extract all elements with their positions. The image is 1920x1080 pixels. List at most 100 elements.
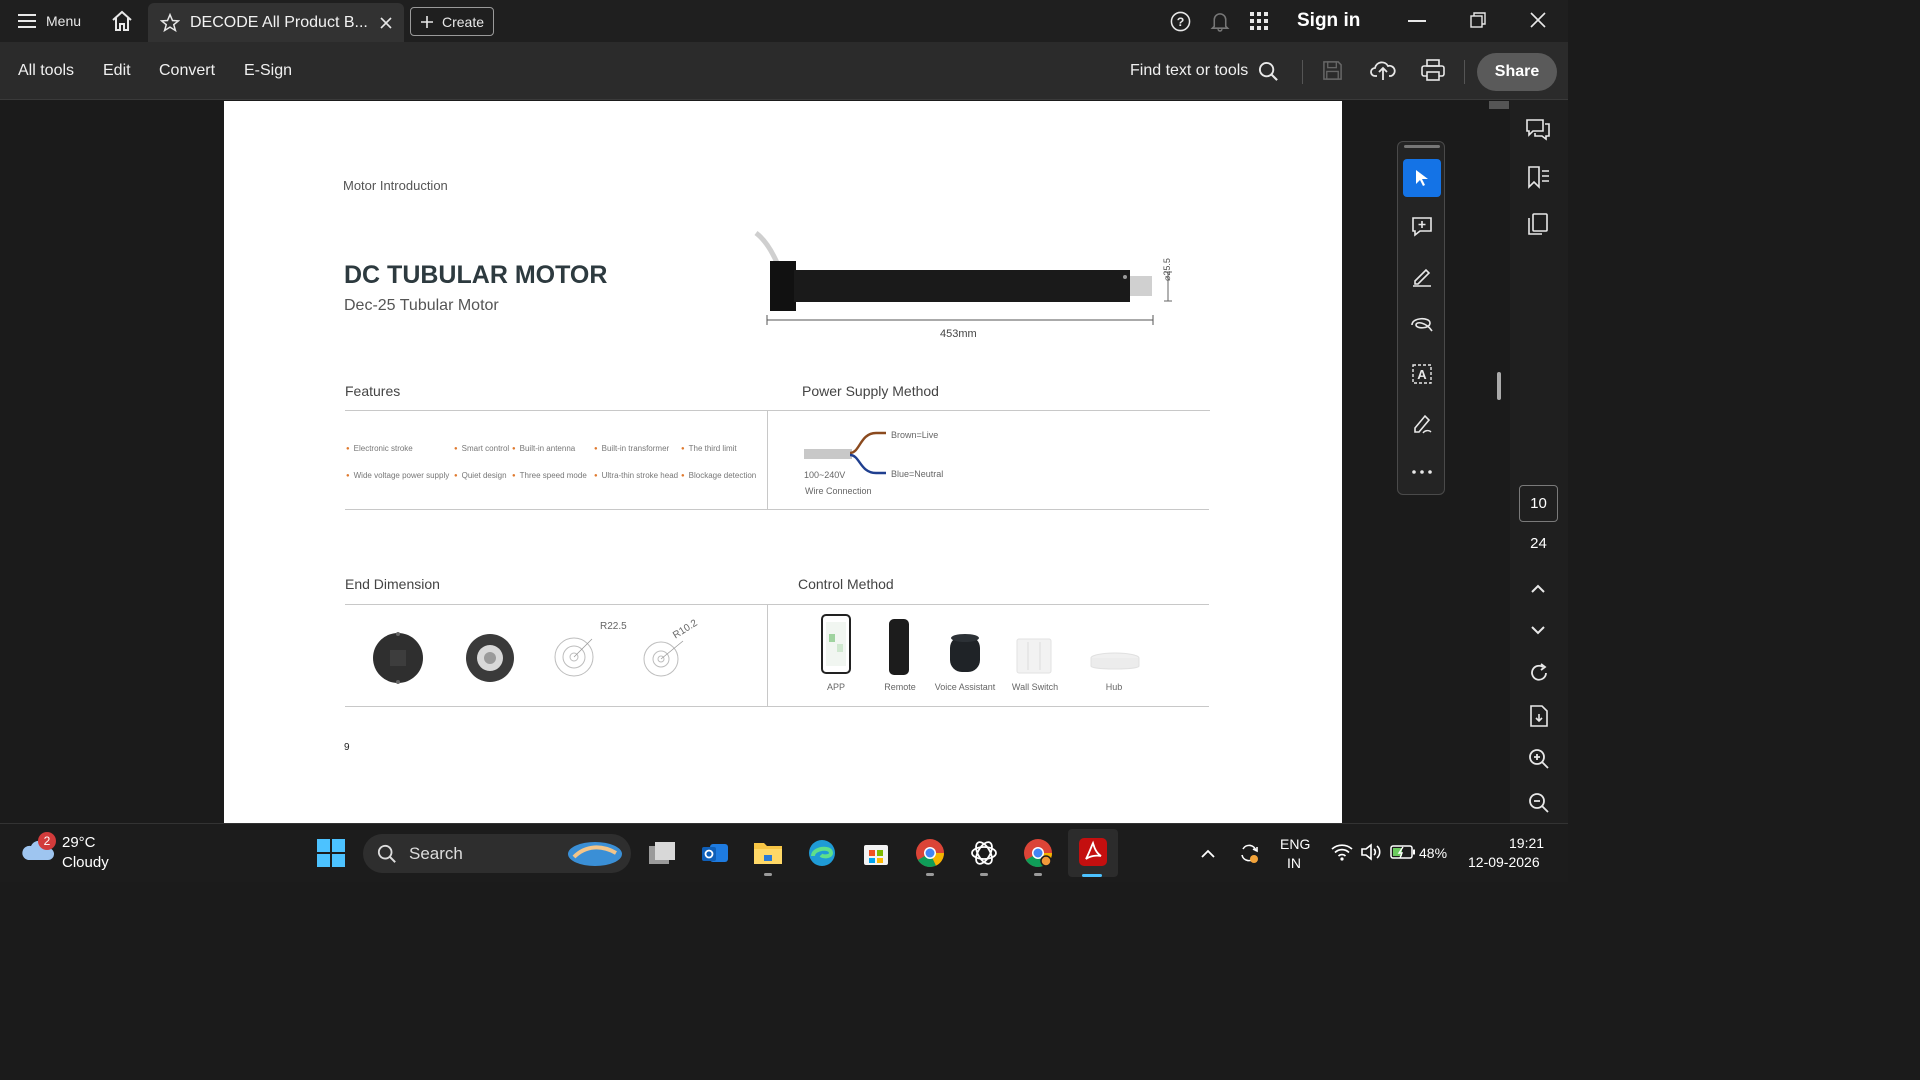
sync-status-button[interactable] [1238, 842, 1260, 869]
vertical-scrollbar[interactable] [1488, 100, 1510, 823]
pages-panel-button[interactable] [1527, 212, 1549, 241]
menu-label: Menu [46, 13, 82, 29]
voice-assistant-image [950, 634, 980, 672]
zoom-out-button[interactable] [1528, 792, 1550, 819]
menu-convert[interactable]: Convert [159, 62, 215, 80]
section-divider [345, 410, 1210, 411]
search-highlight-icon [568, 842, 622, 866]
find-button[interactable] [1258, 61, 1279, 87]
notifications-button[interactable] [1210, 11, 1230, 37]
restore-button[interactable] [1470, 12, 1486, 33]
find-text-tools[interactable]: Find text or tools [1130, 62, 1248, 80]
previous-page-button[interactable] [1530, 581, 1546, 599]
page-options-button[interactable] [1529, 704, 1551, 733]
acrobat-app-active[interactable] [1068, 829, 1118, 877]
upload-cloud-button[interactable] [1370, 58, 1396, 87]
chrome-profile-app[interactable] [1021, 836, 1055, 870]
section-divider [345, 604, 1209, 605]
select-tool-button[interactable] [1403, 159, 1441, 197]
more-dots-icon [1412, 470, 1432, 474]
search-icon [1258, 61, 1278, 81]
zoom-out-icon [1529, 793, 1549, 813]
help-button[interactable]: ? [1170, 11, 1191, 37]
outlook-app[interactable] [698, 836, 732, 870]
draw-tool-button[interactable] [1403, 306, 1441, 344]
file-explorer-app[interactable] [751, 836, 785, 870]
radius-label-2: R10.2 [671, 617, 700, 642]
language-top[interactable]: ENG [1280, 836, 1310, 852]
feature-item: Quiet design [454, 471, 507, 480]
close-tab-icon[interactable] [380, 16, 392, 29]
rotate-button[interactable] [1528, 662, 1550, 689]
brown-live-label: Brown=Live [891, 430, 939, 440]
scrollbar-thumb[interactable] [1497, 372, 1501, 400]
rotate-icon [1531, 663, 1547, 681]
sign-tool-button[interactable] [1403, 404, 1441, 442]
home-button[interactable] [110, 9, 134, 38]
control-label-voice: Voice Assistant [934, 682, 996, 692]
feature-item: Smart control [454, 444, 510, 453]
language-bottom: IN [1287, 855, 1301, 871]
chrome-icon [916, 839, 944, 867]
page-header: Motor Introduction [343, 178, 448, 193]
chatgpt-app[interactable] [967, 836, 1001, 870]
task-view-button[interactable] [645, 836, 679, 870]
help-icon: ? [1170, 11, 1191, 32]
svg-text:?: ? [1177, 15, 1185, 29]
home-icon [112, 10, 132, 31]
feature-item: Three speed mode [512, 471, 587, 480]
start-button[interactable] [314, 836, 348, 870]
blue-neutral-label: Blue=Neutral [891, 469, 944, 479]
clock-time[interactable]: 19:21 [1509, 835, 1544, 851]
battery-button[interactable] [1390, 844, 1416, 865]
wifi-button[interactable] [1331, 843, 1353, 866]
edge-icon [809, 840, 835, 866]
more-tools-button[interactable] [1403, 453, 1441, 491]
sign-in-button[interactable]: Sign in [1297, 10, 1360, 32]
save-button[interactable] [1322, 60, 1343, 86]
minimize-button[interactable] [1408, 20, 1426, 22]
highlight-tool-button[interactable] [1403, 257, 1441, 295]
document-tab[interactable]: DECODE All Product B... [148, 3, 404, 42]
pen-icon [1413, 268, 1431, 287]
current-page-input[interactable]: 10 [1519, 485, 1558, 522]
apps-button[interactable] [1250, 12, 1268, 35]
share-button[interactable]: Share [1477, 53, 1557, 91]
create-button[interactable]: Create [410, 7, 494, 36]
battery-charging-icon [1390, 845, 1415, 859]
text-tool-button[interactable]: A [1403, 355, 1441, 393]
menu-button[interactable]: Menu [10, 6, 89, 36]
zoom-in-icon [1529, 749, 1549, 769]
add-comment-button[interactable] [1403, 208, 1441, 246]
bookmarks-panel-button[interactable] [1527, 165, 1551, 194]
control-heading: Control Method [798, 576, 894, 592]
save-icon [1323, 61, 1342, 80]
volume-button[interactable] [1360, 843, 1382, 866]
cloud-upload-icon [1370, 61, 1396, 80]
section-divider [345, 509, 1209, 510]
rail-handle[interactable] [1404, 145, 1440, 148]
edge-app[interactable] [805, 836, 839, 870]
show-hidden-icons-button[interactable] [1201, 846, 1215, 864]
star-icon[interactable] [160, 12, 180, 33]
menu-edit[interactable]: Edit [103, 62, 131, 80]
menu-esign[interactable]: E-Sign [244, 62, 292, 80]
toolbar-divider [1302, 60, 1303, 84]
running-indicator [980, 873, 988, 876]
chrome-app[interactable] [913, 836, 947, 870]
weather-widget[interactable]: 2 [20, 832, 56, 869]
page-export-icon [1530, 705, 1548, 727]
store-app[interactable] [859, 836, 893, 870]
menu-all-tools[interactable]: All tools [18, 62, 74, 80]
taskbar-search[interactable]: Search [363, 834, 631, 873]
radius-label-1: R22.5 [600, 621, 627, 632]
comments-panel-button[interactable] [1525, 118, 1551, 147]
next-page-button[interactable] [1530, 622, 1546, 640]
close-window-button[interactable] [1530, 12, 1546, 33]
control-label-switch: Wall Switch [1011, 682, 1059, 692]
clock-date[interactable]: 12-09-2026 [1468, 854, 1540, 870]
zoom-in-button[interactable] [1528, 748, 1550, 775]
print-button[interactable] [1421, 59, 1445, 86]
plus-icon [420, 15, 433, 28]
chevron-up-icon [1531, 584, 1545, 593]
